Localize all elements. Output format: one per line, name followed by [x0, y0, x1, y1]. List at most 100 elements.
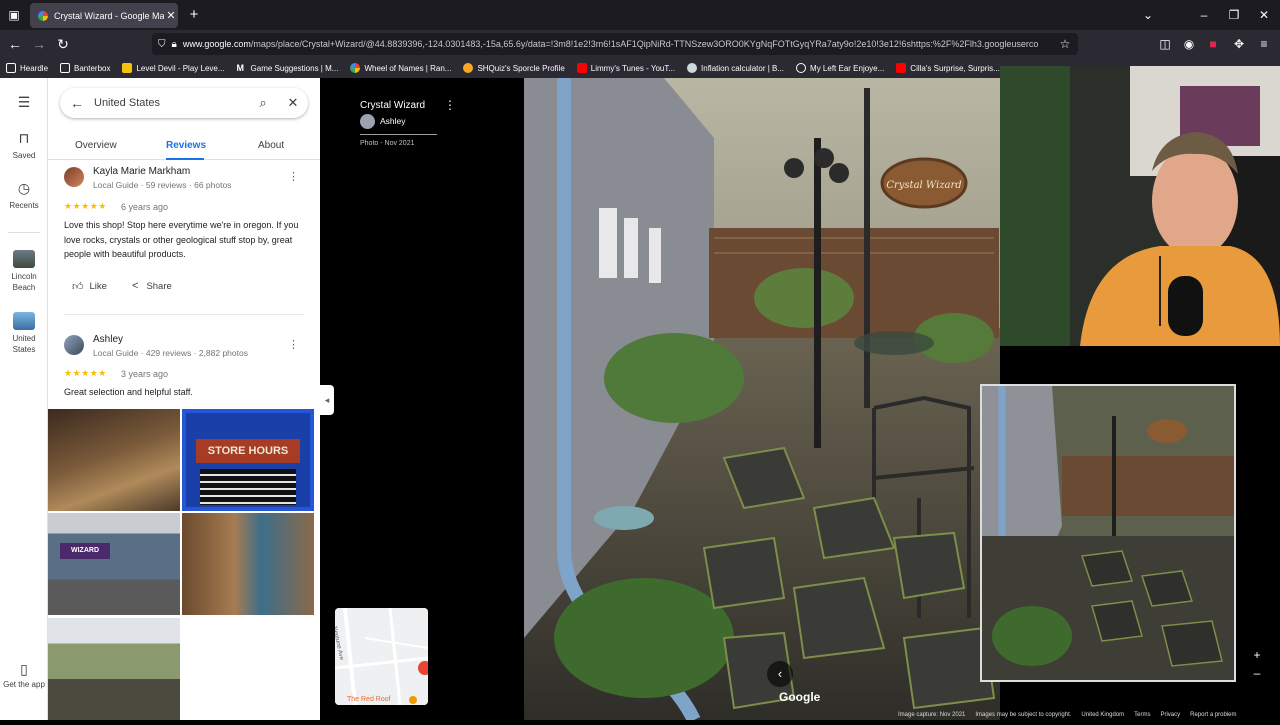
- url-host: www.google.com: [182, 39, 251, 49]
- bookmark-item[interactable]: Banterbox: [60, 63, 110, 73]
- avatar[interactable]: [64, 335, 84, 355]
- account-icon[interactable]: ◉: [1179, 29, 1199, 59]
- bookmark-item[interactable]: M Game Suggestions | M...: [236, 63, 338, 73]
- webcam-svg: [1000, 66, 1280, 346]
- reviewer-meta: Local Guide · 429 reviews · 2,882 photos: [93, 348, 248, 358]
- search-input[interactable]: United States: [94, 97, 248, 109]
- reload-icon[interactable]: ↻: [53, 29, 73, 59]
- star-rating: ★★★★★: [64, 368, 107, 378]
- star-rating: ★★★★★: [64, 201, 107, 211]
- previous-photo-button[interactable]: ‹: [767, 661, 793, 687]
- new-tab-icon[interactable]: +: [184, 0, 204, 30]
- youtube-icon: [896, 63, 907, 73]
- tab-overview[interactable]: Overview: [75, 140, 117, 151]
- reviewer-name[interactable]: Ashley: [93, 334, 123, 345]
- get-app-button[interactable]: ▯ Get the app: [0, 662, 48, 690]
- search-box[interactable]: ← United States ⌕ ✕: [60, 88, 308, 118]
- lock-icon[interactable]: 🔒︎: [172, 39, 177, 50]
- back-icon[interactable]: ←: [5, 29, 25, 59]
- recent-united-states[interactable]: United States: [0, 312, 48, 355]
- page-icon: [6, 63, 16, 73]
- extension-red-icon[interactable]: ■: [1203, 29, 1223, 59]
- bookmark-item[interactable]: Inflation calculator | B...: [687, 63, 784, 73]
- calculator-icon: [687, 63, 698, 73]
- bookmark-item[interactable]: Limmy's Tunes - YouT...: [576, 63, 675, 73]
- tab-about[interactable]: About: [258, 140, 284, 151]
- review-photo-garden[interactable]: [48, 618, 180, 720]
- back-arrow-icon[interactable]: ←: [60, 95, 94, 111]
- reviewer-meta: Local Guide · 59 reviews · 66 photos: [93, 180, 232, 190]
- more-vert-icon[interactable]: ⋮: [288, 338, 299, 351]
- patio-photo-svg: Crystal Wizard: [524, 78, 1000, 724]
- bookmark-item[interactable]: Wheel of Names | Ran...: [350, 63, 451, 73]
- viewer-place-title[interactable]: Crystal Wizard: [360, 100, 425, 111]
- active-tab-indicator: [166, 158, 204, 160]
- image-capture-date: Image capture: Nov 2021: [898, 712, 966, 718]
- folder-icon: [60, 63, 71, 73]
- chevron-down-icon[interactable]: ⌄: [1138, 0, 1158, 30]
- privacy-link[interactable]: Privacy: [1160, 712, 1180, 720]
- photo-preview-overlay: [980, 384, 1236, 682]
- share-button[interactable]: < Share: [132, 280, 172, 292]
- thumbnail: [13, 250, 35, 268]
- review-photo-storefront[interactable]: WIZARD: [48, 513, 180, 615]
- hamburger-icon: ☰: [17, 94, 31, 110]
- close-tab-icon[interactable]: ✕: [164, 9, 178, 22]
- pocket-icon[interactable]: ◫: [1155, 29, 1175, 59]
- crystal-wizard-sign: Crystal Wizard: [886, 180, 961, 191]
- close-window-icon[interactable]: ✕: [1254, 0, 1274, 30]
- viewer-divider: [360, 134, 437, 135]
- url-bar[interactable]: ⛉ 🔒︎ www.google.com/maps/place/Crystal+W…: [152, 33, 1078, 55]
- photo-author[interactable]: Ashley: [380, 116, 406, 126]
- like-button[interactable]: 👍︎ Like: [72, 280, 107, 293]
- extensions-icon[interactable]: ✥: [1229, 29, 1249, 59]
- terms-link[interactable]: Terms: [1134, 712, 1150, 720]
- recents-button[interactable]: ◷ Recents: [0, 180, 48, 210]
- minimap-svg: [335, 608, 428, 705]
- minimize-icon[interactable]: –: [1194, 0, 1214, 30]
- zoom-out-icon[interactable]: –: [1248, 664, 1266, 682]
- divider: [64, 314, 304, 315]
- minimap[interactable]: Neptune Ave The Red Roof: [335, 608, 428, 705]
- bookmark-item[interactable]: My Left Ear Enjoye...: [796, 63, 884, 73]
- tab-reviews[interactable]: Reviews: [166, 140, 206, 151]
- review-photo-aisle[interactable]: [182, 513, 314, 615]
- more-vert-icon[interactable]: ⋮: [444, 98, 456, 112]
- zoom-in-icon[interactable]: +: [1248, 646, 1266, 664]
- bookmark-item[interactable]: Level Devil - Play Leve...: [122, 63, 225, 73]
- recent-lincoln-beach[interactable]: Lincoln Beach: [0, 250, 48, 293]
- url-path: /maps/place/Crystal+Wizard/@44.8839396,-…: [250, 39, 1039, 49]
- collapse-panel-button[interactable]: ◂: [320, 385, 334, 415]
- region-link[interactable]: United Kingdom: [1081, 712, 1124, 720]
- restore-icon[interactable]: ❐: [1224, 0, 1244, 30]
- main-photo[interactable]: Crystal Wizard: [524, 78, 1000, 724]
- review-photo-store-hours[interactable]: STORE HOURS: [182, 409, 314, 511]
- forward-icon[interactable]: →: [29, 29, 49, 59]
- report-problem-link[interactable]: Report a problem: [1190, 712, 1236, 720]
- wheel-icon: [350, 63, 361, 73]
- minimap-place-label: The Red Roof: [347, 696, 391, 703]
- share-icon: <: [132, 280, 139, 292]
- bookmark-item[interactable]: SHQuiz's Sporcle Profile: [463, 63, 565, 73]
- bookmark-star-icon[interactable]: ☆: [1055, 29, 1075, 59]
- review-photo-shop-interior[interactable]: [48, 409, 180, 511]
- reviewer-name[interactable]: Kayla Marie Markham: [93, 166, 190, 177]
- close-icon[interactable]: ✕: [278, 95, 308, 111]
- zoom-controls: + –: [1248, 646, 1266, 682]
- store-hours-sign: STORE HOURS: [196, 439, 300, 463]
- menu-icon[interactable]: ≡: [1254, 29, 1274, 59]
- avatar[interactable]: [64, 167, 84, 187]
- bookmark-item[interactable]: Heardle: [6, 63, 48, 73]
- saved-button[interactable]: ⊓ Saved: [0, 130, 48, 160]
- shield-icon[interactable]: ⛉: [158, 39, 166, 50]
- browser-tab[interactable]: Crystal Wizard - Google Maps ✕: [30, 3, 178, 28]
- bookmark-item[interactable]: Cilla's Surprise, Surpris...: [896, 63, 1000, 73]
- google-maps-favicon-icon: [38, 10, 48, 21]
- tab-list-icon[interactable]: ▣: [4, 0, 24, 30]
- menu-button[interactable]: ☰: [0, 94, 48, 115]
- thumbnail: [13, 312, 35, 330]
- more-vert-icon[interactable]: ⋮: [288, 170, 299, 183]
- review-time: 3 years ago: [121, 369, 169, 379]
- search-icon[interactable]: ⌕: [248, 95, 278, 111]
- author-avatar[interactable]: [360, 114, 375, 129]
